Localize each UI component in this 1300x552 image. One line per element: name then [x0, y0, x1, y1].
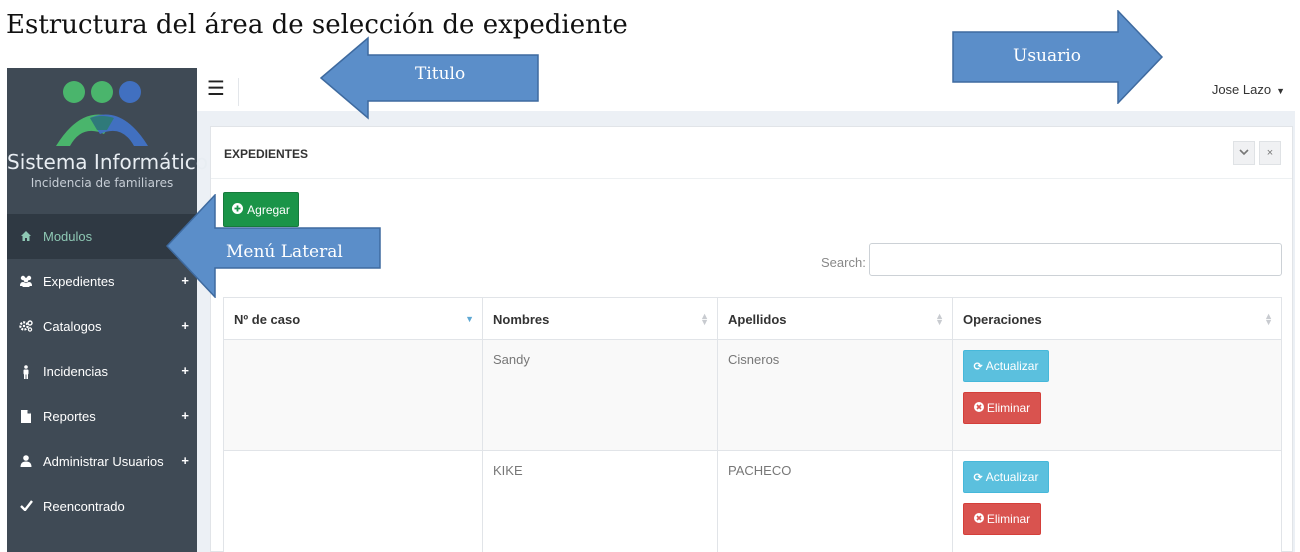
panel-title: EXPEDIENTES — [224, 147, 309, 161]
home-icon — [17, 230, 35, 244]
sidebar-item-label: Incidencias — [43, 364, 109, 379]
cell-apellidos: PACHECO — [717, 450, 953, 552]
update-button[interactable]: ⟳ Actualizar — [963, 350, 1049, 382]
search-input[interactable] — [869, 243, 1282, 276]
user-icon — [17, 454, 35, 469]
column-label: Nombres — [493, 312, 550, 327]
update-button-label: Actualizar — [985, 470, 1039, 484]
search-label: Search: — [821, 255, 866, 270]
sidebar-item-label: Modulos — [43, 229, 93, 244]
expand-icon[interactable]: + — [181, 453, 189, 468]
sidebar-item-label: Administrar Usuarios — [43, 454, 164, 469]
sidebar-item-label: Reportes — [43, 409, 96, 424]
sidebar-item-reportes[interactable]: Reportes + — [7, 394, 197, 439]
logo-subtitle: Incidencia de familiares — [30, 176, 174, 190]
cogs-icon — [17, 319, 35, 334]
sort-icon: ▲ ▼ — [700, 311, 709, 327]
app-window: Sistema Informático Incidencia de famili… — [7, 68, 1295, 552]
cell-caso — [223, 450, 483, 552]
logo: Sistema Informático Incidencia de famili… — [7, 68, 209, 212]
remove-circle-icon — [973, 512, 984, 526]
sidebar-item-incidencias[interactable]: Incidencias + — [7, 349, 197, 394]
column-label: Nº de caso — [234, 312, 301, 327]
close-icon: × — [1266, 147, 1274, 159]
sort-desc-icon: ▼ — [465, 314, 474, 324]
table-header-row: Nº de caso ▼ Nombres ▲ ▼ Apellidos ▲ ▼ Ope… — [223, 297, 1282, 340]
sort-icon: ▲ ▼ — [935, 311, 944, 327]
refresh-icon: ⟳ — [973, 360, 983, 373]
delete-button-label: Eliminar — [986, 401, 1031, 415]
cell-nombres: KIKE — [482, 450, 718, 552]
sidebar-item-administrar-usuarios[interactable]: Administrar Usuarios + — [7, 439, 197, 484]
sidebar-item-label: Catalogos — [43, 319, 102, 334]
column-header-operaciones[interactable]: Operaciones ▲ ▼ — [952, 297, 1282, 340]
sort-icon: ▲ ▼ — [1264, 311, 1273, 327]
user-menu[interactable]: Jose Lazo ▼ — [1212, 82, 1285, 97]
delete-button-label: Eliminar — [986, 512, 1031, 526]
cell-apellidos: Cisneros — [717, 339, 953, 451]
table-row: Sandy Cisneros ⟳ Actualizar Eliminar — [223, 339, 1282, 451]
column-header-apellidos[interactable]: Apellidos ▲ ▼ — [717, 297, 953, 340]
delete-button[interactable]: Eliminar — [963, 503, 1041, 535]
sidebar-item-label: Expedientes — [43, 274, 115, 289]
person-icon — [17, 364, 35, 379]
sidebar-item-reencontrado[interactable]: Reencontrado — [7, 484, 197, 529]
update-button[interactable]: ⟳ Actualizar — [963, 461, 1049, 493]
column-label: Apellidos — [728, 312, 787, 327]
expand-icon[interactable]: + — [181, 363, 189, 378]
expand-icon[interactable]: + — [181, 408, 189, 423]
panel-header: EXPEDIENTES × — [211, 127, 1292, 179]
column-header-nombres[interactable]: Nombres ▲ ▼ — [482, 297, 718, 340]
cell-operaciones: ⟳ Actualizar Eliminar — [952, 339, 1282, 451]
sidebar-item-label: Reencontrado — [43, 499, 125, 514]
caret-down-icon: ▼ — [1276, 86, 1285, 96]
column-header-caso[interactable]: Nº de caso ▼ — [223, 297, 483, 340]
logo-title: Sistema Informático — [7, 150, 209, 174]
check-icon — [17, 499, 35, 514]
menu-toggle-icon[interactable]: ☰ — [203, 78, 239, 106]
expedientes-table: Nº de caso ▼ Nombres ▲ ▼ Apellidos ▲ ▼ Ope… — [223, 297, 1282, 552]
user-name: Jose Lazo — [1211, 82, 1272, 97]
chevron-down-icon — [1239, 149, 1249, 156]
file-icon — [17, 409, 35, 424]
close-button[interactable]: × — [1259, 141, 1281, 165]
table-row: KIKE PACHECO ⟳ Actualizar Eliminar — [223, 450, 1282, 552]
collapse-button[interactable] — [1233, 141, 1255, 165]
users-icon — [17, 275, 35, 289]
logo-graphic-icon — [56, 81, 148, 146]
delete-button[interactable]: Eliminar — [963, 392, 1041, 424]
cell-operaciones: ⟳ Actualizar Eliminar — [952, 450, 1282, 552]
refresh-icon: ⟳ — [973, 471, 983, 484]
column-label: Operaciones — [963, 312, 1042, 327]
update-button-label: Actualizar — [985, 359, 1039, 373]
cell-nombres: Sandy — [482, 339, 718, 451]
sidebar-item-catalogos[interactable]: Catalogos + — [7, 304, 197, 349]
expand-icon[interactable]: + — [181, 318, 189, 333]
annotation-label-usuario: Usuario — [1013, 46, 1081, 66]
annotation-label-titulo: Titulo — [415, 64, 466, 84]
sidebar: Sistema Informático Incidencia de famili… — [7, 68, 209, 552]
cell-caso — [223, 339, 483, 451]
remove-circle-icon — [973, 401, 984, 415]
expedientes-panel: EXPEDIENTES × Agregar Search: Nº de caso… — [210, 126, 1293, 552]
annotation-label-menu-lateral: Menú Lateral — [226, 242, 343, 262]
